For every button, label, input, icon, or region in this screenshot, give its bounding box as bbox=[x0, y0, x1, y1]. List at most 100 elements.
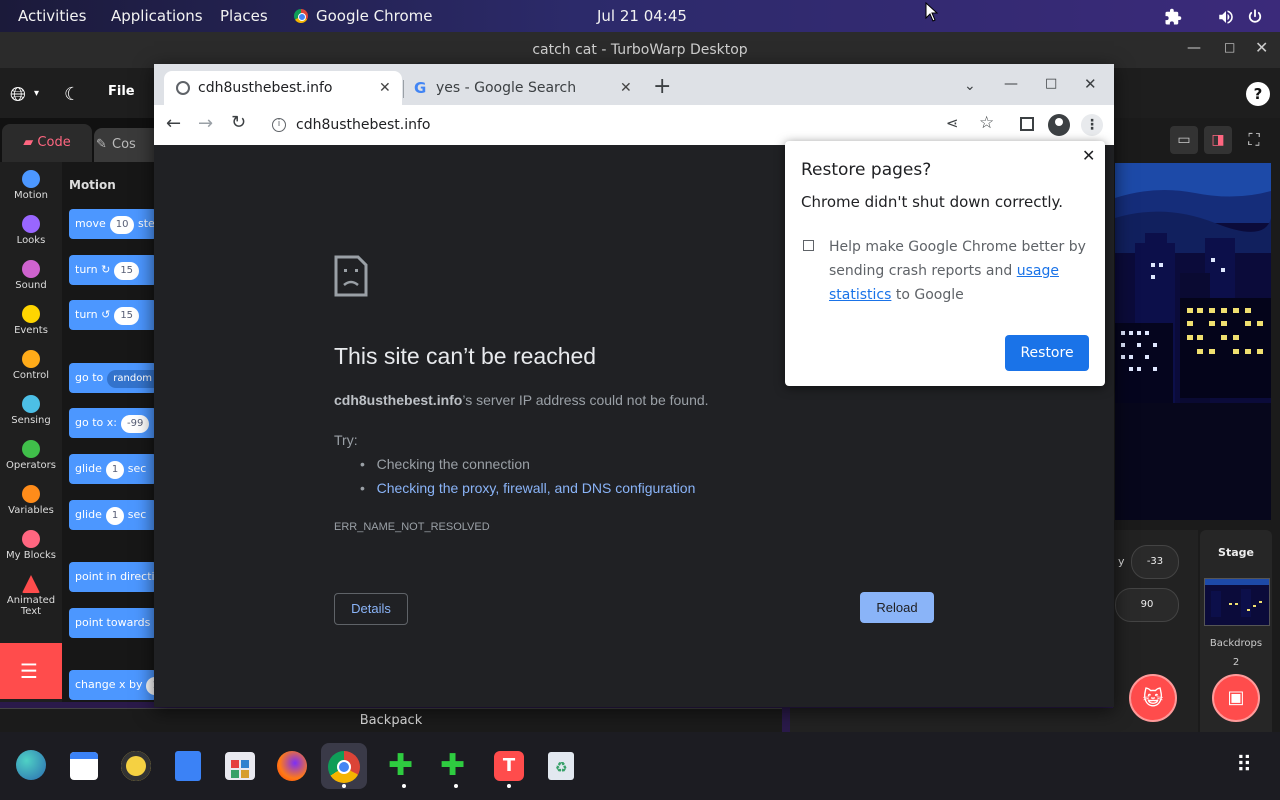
file-menu[interactable]: File bbox=[108, 84, 135, 99]
block-input[interactable]: 10 bbox=[109, 216, 135, 234]
backpack-bar[interactable]: Backpack bbox=[0, 708, 782, 733]
applications-menu[interactable]: Applications bbox=[111, 0, 203, 32]
category-sound[interactable]: Sound bbox=[0, 260, 62, 291]
looks-dot-icon bbox=[22, 215, 40, 233]
tab-active[interactable]: cdh8usthebest.info ✕ bbox=[164, 71, 402, 105]
chrome-close-icon[interactable]: ✕ bbox=[1084, 75, 1097, 93]
firefox-icon[interactable] bbox=[277, 751, 307, 781]
side-panel-icon[interactable] bbox=[1020, 117, 1034, 131]
media-disc-icon[interactable] bbox=[121, 751, 151, 781]
block-go-to-xy[interactable]: go to x: -99 bbox=[69, 408, 157, 438]
small-stage-icon[interactable]: ▭ bbox=[1170, 126, 1198, 154]
block-input[interactable]: 1 bbox=[105, 461, 125, 479]
back-icon[interactable]: ← bbox=[166, 113, 181, 134]
clock[interactable]: Jul 21 04:45 bbox=[597, 0, 687, 32]
popup-close-icon[interactable]: ✕ bbox=[1082, 146, 1095, 165]
block-input[interactable]: 1 bbox=[105, 507, 125, 525]
app-menu[interactable]: Google Chrome bbox=[294, 0, 433, 32]
calendar-icon[interactable] bbox=[70, 752, 98, 780]
category-my-blocks[interactable]: My Blocks bbox=[0, 530, 62, 561]
category-label: Looks bbox=[16, 235, 46, 246]
block-glide-xy[interactable]: glide 1 sec bbox=[69, 500, 157, 530]
tab-code[interactable]: ▰ Code bbox=[2, 124, 92, 162]
block-turn-right[interactable]: turn ↻ 15 bbox=[69, 255, 157, 285]
tab-search-chevron-icon[interactable]: ⌄ bbox=[964, 78, 976, 94]
site-info-icon[interactable]: i bbox=[272, 118, 286, 132]
block-input[interactable]: -99 bbox=[120, 415, 150, 433]
block-input[interactable]: 15 bbox=[114, 262, 140, 280]
category-animated-text[interactable]: Animated Text bbox=[0, 575, 62, 617]
block-move[interactable]: move 10 ste bbox=[69, 209, 157, 239]
activities-button[interactable]: Activities bbox=[18, 0, 86, 32]
trash-icon[interactable]: ♻ bbox=[548, 752, 574, 780]
new-tab-icon[interactable]: + bbox=[653, 74, 671, 99]
help-icon[interactable]: ? bbox=[1246, 82, 1270, 106]
suggestion-link[interactable]: Checking the proxy, firewall, and DNS co… bbox=[377, 480, 696, 496]
show-apps-grid-icon[interactable]: ⠿ bbox=[1236, 754, 1253, 778]
add-extension-button[interactable]: ☰ bbox=[0, 643, 62, 699]
block-label: turn bbox=[75, 263, 98, 276]
chrome-maximize-icon[interactable]: □ bbox=[1045, 76, 1057, 91]
category-looks[interactable]: Looks bbox=[0, 215, 62, 246]
file-manager-icon[interactable] bbox=[175, 751, 201, 781]
block-point-in-direction[interactable]: point in direction bbox=[69, 562, 157, 592]
choose-backdrop-button[interactable]: ▣ bbox=[1212, 674, 1260, 722]
category-events[interactable]: Events bbox=[0, 305, 62, 336]
reload-icon[interactable]: ↻ bbox=[231, 112, 246, 133]
category-control[interactable]: Control bbox=[0, 350, 62, 381]
tab-close-icon[interactable]: ✕ bbox=[620, 71, 632, 105]
tw-minimize-icon[interactable]: — bbox=[1187, 40, 1201, 56]
software-store-icon[interactable] bbox=[225, 752, 255, 780]
tw-maximize-icon[interactable]: □ bbox=[1224, 40, 1235, 54]
browser-globe-icon[interactable] bbox=[16, 750, 46, 780]
chrome-minimize-icon[interactable]: — bbox=[1004, 76, 1018, 92]
tab-close-icon[interactable]: ✕ bbox=[379, 71, 391, 105]
category-operators[interactable]: Operators bbox=[0, 440, 62, 471]
extension-puzzle-icon[interactable]: ✚ bbox=[440, 750, 465, 782]
extensions-icon[interactable] bbox=[1164, 0, 1182, 32]
power-icon[interactable] bbox=[1246, 0, 1264, 32]
google-g-icon: G bbox=[414, 79, 427, 97]
url-text[interactable]: cdh8usthebest.info bbox=[296, 112, 431, 138]
fullscreen-icon[interactable]: ⛶ bbox=[1240, 126, 1268, 154]
category-motion[interactable]: Motion bbox=[0, 170, 62, 201]
sprite-direction-input[interactable]: 90 bbox=[1115, 588, 1179, 622]
block-input[interactable]: 15 bbox=[114, 307, 140, 325]
extension-puzzle-icon[interactable]: ✚ bbox=[388, 750, 413, 782]
popup-title: Restore pages? bbox=[801, 160, 932, 180]
volume-icon[interactable] bbox=[1216, 0, 1236, 32]
sprite-y-input[interactable]: -33 bbox=[1131, 545, 1179, 579]
category-sensing[interactable]: Sensing bbox=[0, 395, 62, 426]
crash-report-checkbox[interactable] bbox=[803, 240, 814, 251]
profile-avatar-icon[interactable] bbox=[1048, 114, 1070, 136]
details-button[interactable]: Details bbox=[334, 593, 408, 625]
reload-button[interactable]: Reload bbox=[860, 592, 934, 623]
large-stage-icon[interactable]: ◨ bbox=[1204, 126, 1232, 154]
bookmark-star-icon[interactable]: ☆ bbox=[979, 113, 994, 133]
block-dropdown[interactable]: random p bbox=[107, 370, 157, 388]
forward-icon[interactable]: → bbox=[198, 113, 213, 134]
turbowarp-icon[interactable]: T bbox=[494, 751, 524, 781]
tab-google-search[interactable]: G yes - Google Search ✕ bbox=[404, 71, 640, 105]
category-variables[interactable]: Variables bbox=[0, 485, 62, 516]
block-turn-left[interactable]: turn ↺ 15 bbox=[69, 300, 157, 330]
stage-thumbnail[interactable] bbox=[1204, 578, 1270, 626]
theme-moon-icon[interactable]: ☾ bbox=[64, 84, 80, 105]
places-menu[interactable]: Places bbox=[220, 0, 268, 32]
restore-button[interactable]: Restore bbox=[1005, 335, 1089, 371]
stage-canvas[interactable] bbox=[1115, 163, 1271, 520]
choose-sprite-button[interactable]: 😺︎ bbox=[1129, 674, 1177, 722]
block-go-to[interactable]: go to random p bbox=[69, 363, 157, 393]
block-point-towards[interactable]: point towards bbox=[69, 608, 157, 638]
tw-close-icon[interactable]: ✕ bbox=[1255, 38, 1268, 57]
address-bar[interactable]: i cdh8usthebest.info bbox=[262, 112, 1012, 138]
block-change-x[interactable]: change x by1( bbox=[69, 670, 157, 700]
chrome-menu-icon[interactable]: ⋮ bbox=[1081, 114, 1103, 136]
language-globe-icon[interactable]: 🌐︎ bbox=[10, 82, 26, 106]
block-label: glide bbox=[75, 508, 102, 521]
chrome-dock-icon[interactable] bbox=[328, 751, 360, 783]
tab-costumes[interactable]: ✎ Cos bbox=[94, 128, 160, 162]
share-icon[interactable]: ⋖ bbox=[946, 114, 959, 132]
chevron-down-icon[interactable]: ▾ bbox=[34, 88, 39, 99]
block-glide-random[interactable]: glide 1 sec bbox=[69, 454, 157, 484]
